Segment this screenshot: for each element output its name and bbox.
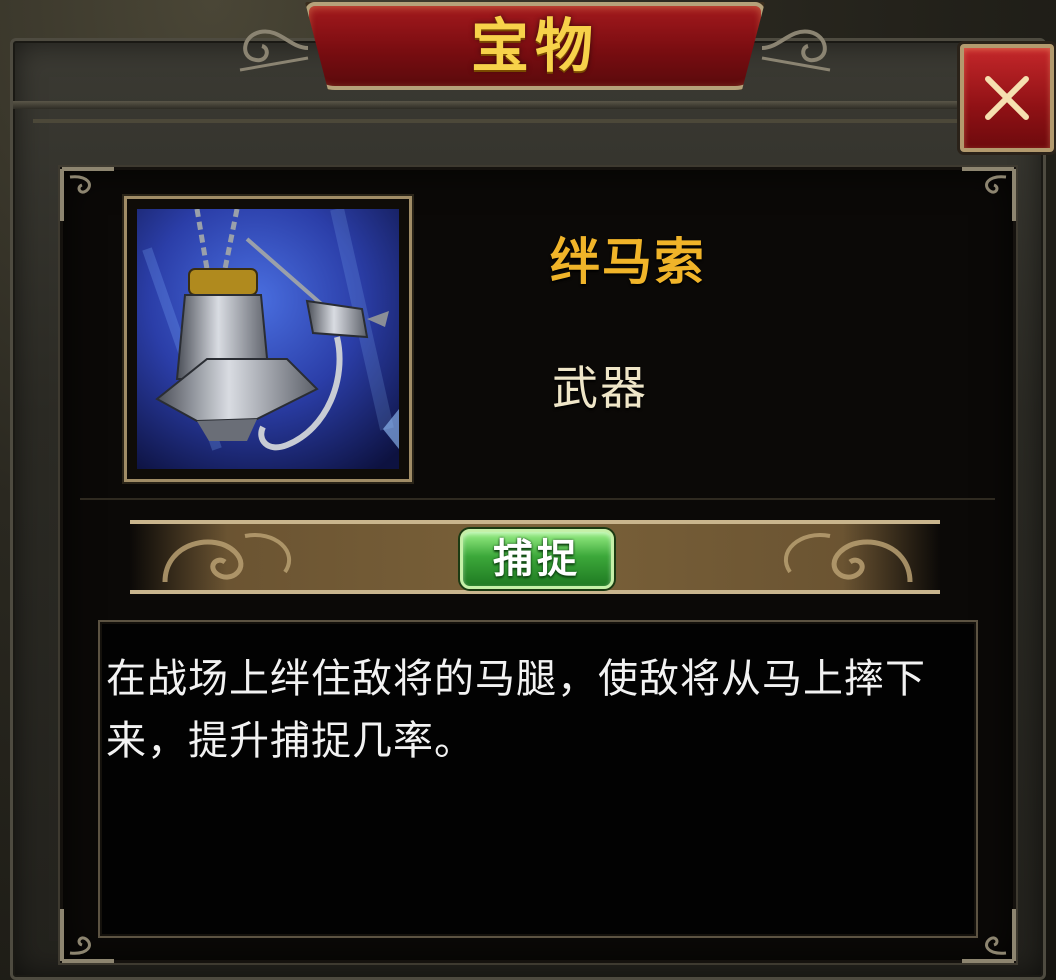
treasure-dialog: 宝物 绊马索 武器 捕捉 在战场上绊住敌将的马腿，使敌将从马上摔下来，提升捕捉几…: [0, 0, 1056, 980]
category-tag-button[interactable]: 捕捉: [460, 529, 614, 589]
item-description: 在战场上绊住敌将的马腿，使敌将从马上摔下来，提升捕捉几率。: [106, 656, 926, 764]
title-ornament-right-icon: [761, 29, 831, 72]
frame-rail: [13, 101, 1043, 109]
item-type: 武器: [552, 361, 648, 415]
dialog-title: 宝物: [470, 12, 599, 80]
cloud-ornament-icon: [162, 533, 292, 583]
title-ornament-left-icon: [239, 29, 309, 72]
item-name: 绊马索: [550, 233, 706, 291]
rope-hook-weapon-icon: [137, 209, 399, 469]
item-icon-frame[interactable]: [124, 196, 412, 482]
frame-rail-inner: [33, 119, 1023, 123]
divider: [80, 498, 995, 500]
cloud-ornament-icon: [783, 533, 913, 583]
corner-ornament-icon: [962, 167, 1016, 221]
corner-ornament-icon: [60, 167, 114, 221]
close-button[interactable]: [960, 44, 1054, 152]
close-icon: [985, 76, 1029, 120]
